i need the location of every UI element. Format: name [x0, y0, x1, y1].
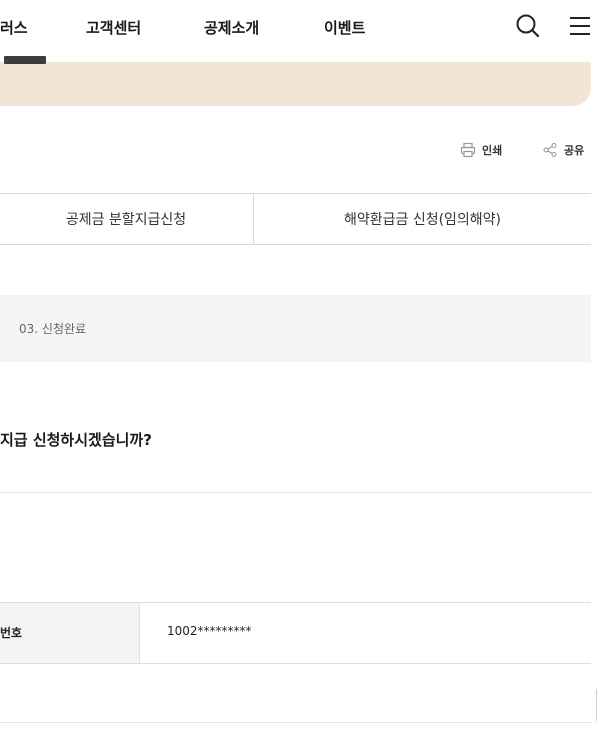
page-banner: [0, 62, 591, 106]
banner-title-fragment: [4, 56, 46, 64]
info-row-label: 번호: [0, 626, 23, 640]
divider: [0, 722, 591, 723]
info-table: 번호 1002*********: [0, 602, 591, 664]
confirm-question: 지급 신청하시겠습니까?: [0, 431, 152, 449]
divider: [0, 492, 591, 493]
print-button[interactable]: 인쇄: [460, 142, 502, 158]
step-complete-label: 03. 신청완료: [19, 322, 87, 336]
nav-item-event[interactable]: 이벤트: [324, 17, 365, 38]
share-label: 공유: [564, 144, 585, 157]
tab-bar: 공제금 분할지급신청 해약환급금 신청(임의해약): [0, 193, 591, 245]
print-label: 인쇄: [482, 144, 503, 157]
scroll-edge: [596, 689, 600, 721]
menu-icon[interactable]: [568, 14, 592, 38]
step-indicator: 03. 신청완료: [0, 295, 591, 362]
nav-item-customer-center[interactable]: 고객센터: [86, 17, 141, 38]
nav-item-plus[interactable]: 러스: [0, 17, 28, 38]
info-row-value: 1002*********: [167, 624, 252, 638]
share-button[interactable]: 공유: [542, 142, 584, 158]
share-icon: [543, 142, 557, 158]
info-table-header-cell: 번호: [0, 603, 140, 663]
search-icon[interactable]: [514, 12, 542, 40]
tab-installment-payment[interactable]: 공제금 분할지급신청: [0, 194, 254, 244]
tab-surrender-refund[interactable]: 해약환급금 신청(임의해약): [254, 194, 591, 244]
printer-icon: [460, 142, 476, 158]
nav-item-about[interactable]: 공제소개: [204, 17, 259, 38]
